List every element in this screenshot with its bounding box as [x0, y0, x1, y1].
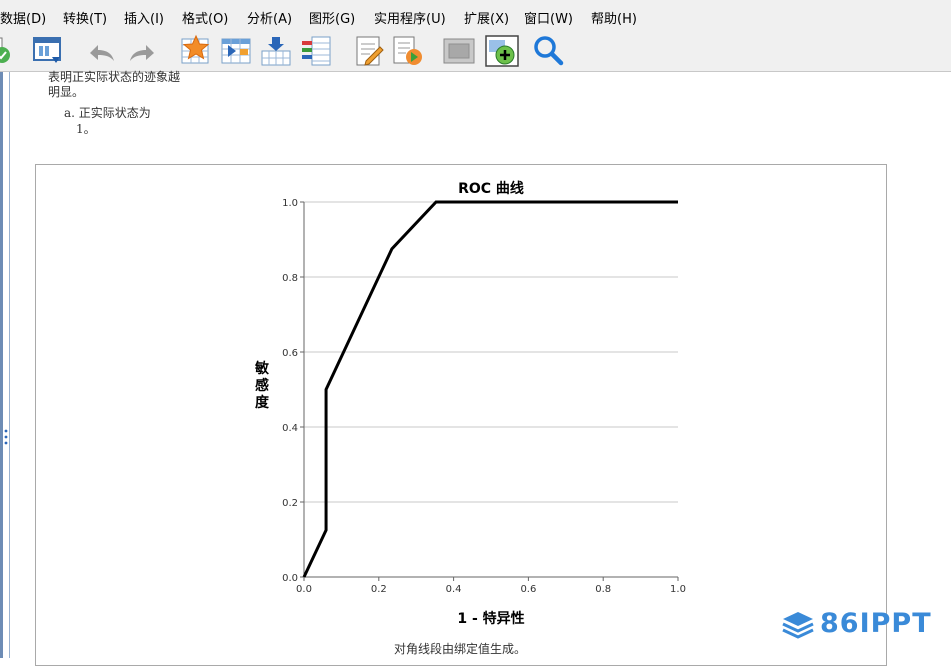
- goto-variable-icon[interactable]: [218, 33, 254, 69]
- menu-data[interactable]: 数据(D): [0, 8, 46, 27]
- menu-utilities[interactable]: 实用程序(U): [374, 8, 446, 27]
- menu-help[interactable]: 帮助(H): [591, 8, 637, 27]
- y-axis-label: 敏感度: [254, 360, 270, 411]
- menu-window[interactable]: 窗口(W): [524, 8, 573, 27]
- roc-note-line2: 明显。: [48, 85, 85, 99]
- roc-chart: 0.0 0.2 0.4 0.6 0.8 1.0 0.0 0.2 0.4 0.6 0.8 1.0 ROC …: [254, 180, 686, 656]
- y-tick-label: 1.0: [282, 198, 298, 209]
- menu-transform[interactable]: 转换(T): [63, 8, 107, 27]
- x-axis-label: 1 - 特异性: [457, 610, 524, 627]
- run-script-icon[interactable]: [390, 33, 426, 69]
- menu-analyze[interactable]: 分析(A): [247, 8, 292, 27]
- watermark-text: 86IPPT: [820, 608, 932, 639]
- pane-border: [0, 72, 3, 658]
- menu-graphs[interactable]: 图形(G): [309, 8, 355, 27]
- export-icon[interactable]: [30, 33, 66, 69]
- y-tick-label: 0.0: [282, 573, 298, 584]
- roc-chart-frame[interactable]: 0.0 0.2 0.4 0.6 0.8 1.0 0.0 0.2 0.4 0.6 0.8 1.0 ROC …: [35, 164, 887, 666]
- watermark-logo: 86IPPT: [780, 606, 945, 642]
- layers-logo-icon: [782, 612, 814, 639]
- y-tick-label: 0.6: [282, 348, 298, 359]
- menu-bar: 数据(D) 转换(T) 插入(I) 格式(O) 分析(A) 图形(G) 实用程序…: [0, 0, 951, 31]
- find-icon[interactable]: [530, 33, 566, 69]
- y-tick-label: 0.2: [282, 498, 298, 509]
- y-tick-label: 0.4: [282, 423, 298, 434]
- footnote-a: a. 正实际状态为: [64, 106, 151, 120]
- x-tick-label: 0.8: [595, 584, 611, 595]
- chart-footnote: 对角线段由绑定值生成。: [394, 641, 526, 656]
- edit-output-icon[interactable]: [352, 33, 388, 69]
- outline-pane-edge[interactable]: [0, 72, 10, 658]
- recall-dialog-icon[interactable]: [0, 33, 14, 69]
- x-tick-label: 0.6: [520, 584, 536, 595]
- hide-icon[interactable]: [441, 33, 477, 69]
- goto-case-icon[interactable]: [178, 33, 214, 69]
- redo-icon[interactable]: [126, 33, 162, 69]
- variables-list-icon[interactable]: [298, 33, 334, 69]
- chart-title: ROC 曲线: [458, 180, 524, 197]
- roc-curve-line: [302, 200, 678, 578]
- x-tick-label: 0.4: [446, 584, 462, 595]
- undo-icon[interactable]: [82, 33, 118, 69]
- toolbar: [0, 31, 951, 72]
- menu-extensions[interactable]: 扩展(X): [464, 8, 509, 27]
- x-tick-label: 1.0: [670, 584, 686, 595]
- footnote-a-value: 1。: [76, 122, 96, 136]
- insert-chart-icon[interactable]: [484, 33, 520, 69]
- menu-format[interactable]: 格式(O): [182, 8, 228, 27]
- x-tick-label: 0.0: [296, 584, 312, 595]
- splitter-grip-icon[interactable]: [4, 428, 8, 446]
- insert-variable-icon[interactable]: [258, 33, 294, 69]
- menu-insert[interactable]: 插入(I): [124, 8, 164, 27]
- x-tick-label: 0.2: [371, 584, 387, 595]
- y-tick-label: 0.8: [282, 273, 298, 284]
